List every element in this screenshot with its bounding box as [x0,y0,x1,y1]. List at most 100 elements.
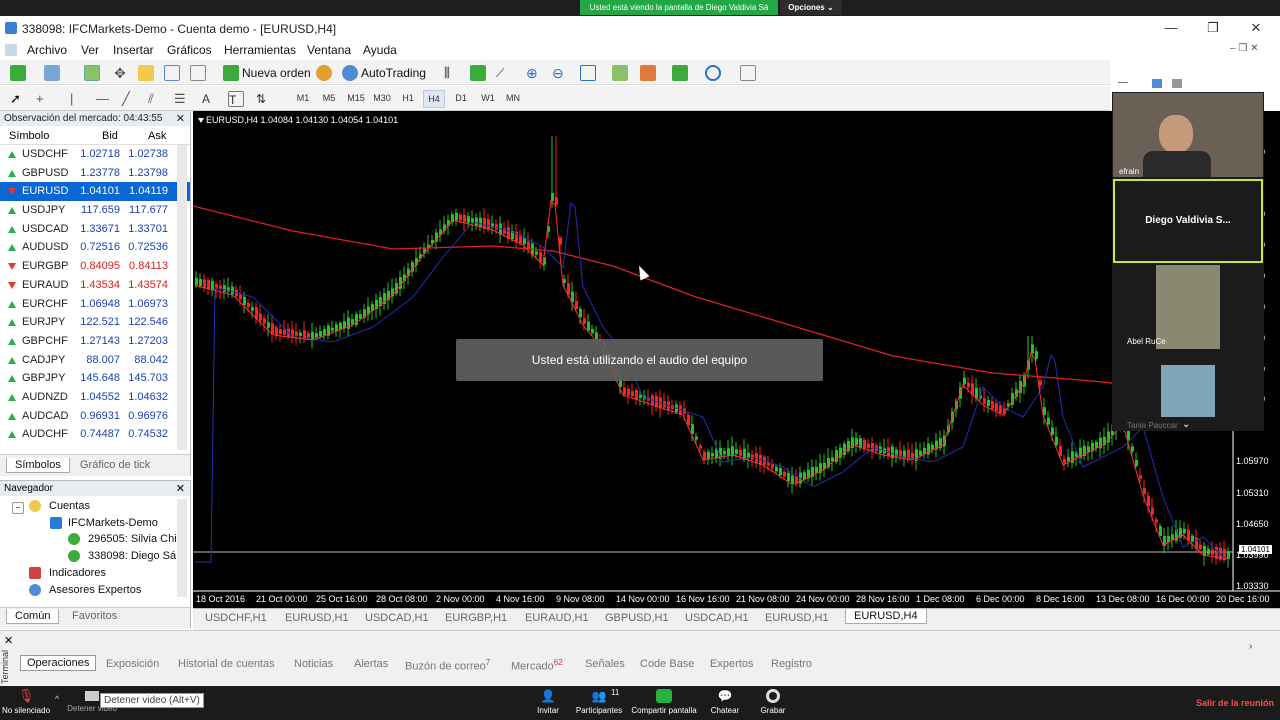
chevron-up-icon[interactable]: ^ [55,694,59,704]
col-symbol[interactable]: Símbolo [9,130,49,142]
chart-menu-arrow-icon[interactable] [198,118,204,123]
vertical-line-icon[interactable]: | [70,91,86,107]
video-tile-abel[interactable]: Abel RuCe [1113,265,1263,349]
terminal-tab[interactable]: Mercado62 [511,658,563,673]
tf-h4[interactable]: H4 [423,90,445,108]
speaker-view-icon[interactable] [1172,79,1182,88]
market-watch-row[interactable]: EURJPY 122.521 122.546 [0,313,190,332]
chevron-down-icon[interactable]: ⌄ [1182,419,1190,430]
profiles-icon[interactable] [44,65,60,81]
nav-account-1[interactable]: 296505: Silvia Chi [88,533,177,545]
video-tile-efrain[interactable]: efrain [1113,93,1263,177]
gallery-view-icon[interactable] [1152,79,1162,88]
terminal-tab[interactable]: Code Base [640,658,694,670]
market-watch-row[interactable]: EURAUD 1.43534 1.43574 [0,276,190,295]
active-speaker-tile[interactable]: Diego Valdivia S... [1113,179,1263,263]
chart-tab[interactable]: EURGBP,H1 [445,612,507,624]
menu-ver[interactable]: Ver [81,43,99,57]
chart-tab[interactable]: USDCAD,H1 [685,612,749,624]
menu-ayuda[interactable]: Ayuda [363,43,397,57]
market-watch-row[interactable]: AUDNZD 1.04552 1.04632 [0,388,190,407]
close-icon[interactable]: ✕ [4,634,13,647]
nav-indicators[interactable]: Indicadores [49,567,106,579]
fibonacci-icon[interactable]: ☰ [174,91,190,107]
chart-tab[interactable]: USDCHF,H1 [205,612,267,624]
nav-account-2[interactable]: 338098: Diego Sá [88,550,176,562]
terminal-tab[interactable]: Noticias [294,658,333,670]
nav-server[interactable]: IFCMarkets-Demo [68,517,158,529]
market-watch-row[interactable]: AUDCAD 0.96931 0.96976 [0,407,190,426]
candlestick-icon[interactable] [470,65,486,81]
market-watch-row[interactable]: GBPJPY 145.648 145.703 [0,369,190,388]
new-order-button[interactable]: Nueva orden [242,66,311,80]
terminal-tab[interactable]: Operaciones [20,655,97,671]
market-watch-row[interactable]: USDCAD 1.33671 1.33701 [0,220,190,239]
chart-tab[interactable]: GBPUSD,H1 [605,612,669,624]
menu-insertar[interactable]: Insertar [113,43,154,57]
market-watch-scrollbar[interactable] [177,145,187,450]
templates-icon[interactable] [740,65,756,81]
menu-herramientas[interactable]: Herramientas [224,43,296,57]
terminal-tab[interactable]: Expertos [710,658,753,670]
mute-button[interactable]: 🎙 No silenciado [0,689,52,716]
crosshair-tool-icon[interactable]: + [36,91,52,107]
share-screen-button[interactable]: Compartir pantalla [630,689,698,715]
tf-w1[interactable]: W1 [477,93,499,103]
tester-icon[interactable] [190,65,206,81]
collapse-icon[interactable]: − [12,502,24,514]
tile-windows-icon[interactable] [580,65,596,81]
zoom-options-button[interactable]: Opciones ⌄ [780,0,842,15]
market-watch-row[interactable]: GBPCHF 1.27143 1.27203 [0,332,190,351]
menu-archivo[interactable]: Archivo [27,43,67,57]
trendline-icon[interactable]: ╱ [122,91,138,107]
text-tool-icon[interactable]: A [202,91,218,107]
crosshair-icon[interactable]: ✥ [112,65,128,81]
tf-d1[interactable]: D1 [450,93,472,103]
tf-h1[interactable]: H1 [397,93,419,103]
chart-tab[interactable]: EURUSD,H1 [765,612,829,624]
navigator-icon[interactable] [164,65,180,81]
nav-accounts[interactable]: Cuentas [49,500,90,512]
line-chart-icon[interactable]: ⟋ [496,65,512,81]
maximize-button[interactable]: ❐ [1198,20,1228,36]
col-ask[interactable]: Ask [148,130,166,142]
tab-favorites[interactable]: Favoritos [72,610,117,622]
chart-tab[interactable]: USDCAD,H1 [365,612,429,624]
menu-ventana[interactable]: Ventana [307,43,351,57]
market-watch-row[interactable]: USDCHF 1.02718 1.02738 [0,145,190,164]
metaeditor-icon[interactable] [316,65,332,81]
tf-m30[interactable]: M30 [371,93,393,103]
invite-button[interactable]: 👤 Invitar [528,689,568,715]
market-watch-row[interactable]: EURUSD 1.04101 1.04119 [0,182,190,202]
chart-tab[interactable]: EURAUD,H1 [525,612,589,624]
chart-shift-icon[interactable] [612,65,628,81]
close-icon[interactable]: ✕ [176,482,185,495]
terminal-tab[interactable]: Registro [771,658,812,670]
market-watch-row[interactable]: EURCHF 1.06948 1.06973 [0,295,190,314]
terminal-tab[interactable]: Buzón de correo7 [405,658,490,673]
close-button[interactable]: ✕ [1241,20,1271,36]
mdi-controls[interactable]: – ❐ ✕ [1230,43,1258,54]
tab-common[interactable]: Común [6,609,60,624]
market-watch-row[interactable]: EURGBP 0.84095 0.84113 [0,257,190,276]
market-watch-row[interactable]: GBPUSD 1.23778 1.23798 [0,164,190,183]
new-chart-icon[interactable] [10,65,26,81]
chart-tab[interactable]: EURUSD,H1 [285,612,349,624]
market-watch-row[interactable]: AUDCHF 0.74487 0.74532 [0,425,190,444]
terminal-tab[interactable]: Historial de cuentas [178,658,275,670]
tab-symbols[interactable]: Símbolos [6,458,70,473]
periods-icon[interactable] [705,65,721,81]
channel-icon[interactable]: ⫽ [148,91,164,107]
minimize-icon[interactable]: — [1118,77,1128,88]
tf-m15[interactable]: M15 [345,93,367,103]
autotrading-button[interactable]: AutoTrading [361,66,426,80]
cursor-icon[interactable]: ➚ [10,91,26,107]
market-watch-row[interactable]: USDJPY 117.659 117.677 [0,201,190,220]
zoom-out-icon[interactable]: ⊖ [552,65,568,81]
tf-m5[interactable]: M5 [318,93,340,103]
col-bid[interactable]: Bid [102,130,118,142]
nav-experts[interactable]: Asesores Expertos [49,584,141,596]
market-watch-row[interactable]: CADJPY 88.007 88.042 [0,351,190,370]
close-icon[interactable]: ✕ [176,112,185,125]
zoom-in-icon[interactable]: ⊕ [526,65,542,81]
